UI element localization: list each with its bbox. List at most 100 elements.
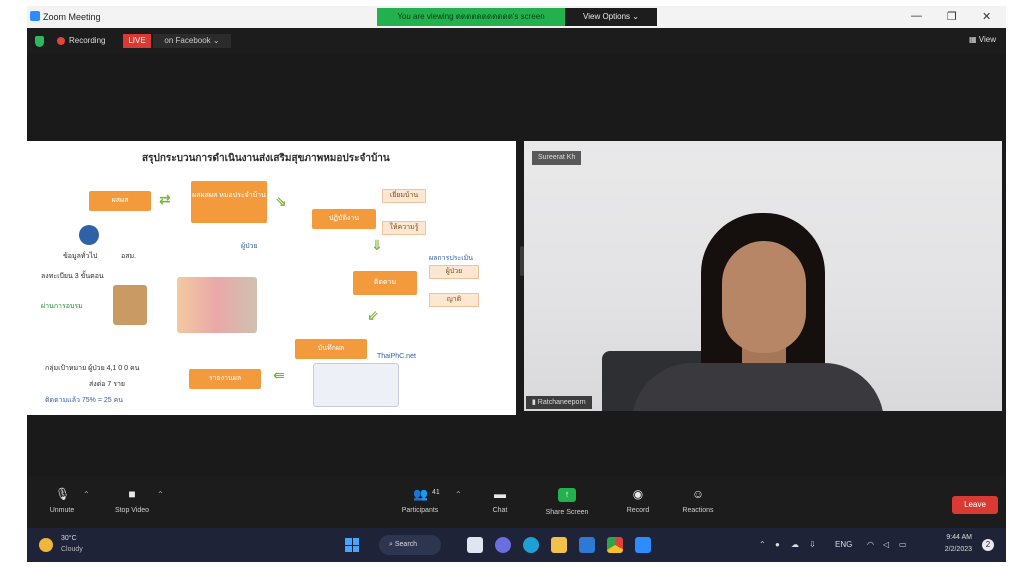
minimize-button[interactable]: —	[911, 10, 922, 22]
slide-pill-4: ญาติ	[429, 293, 479, 307]
unmute-button[interactable]: 🎙 Unmute	[27, 476, 97, 528]
volume-icon[interactable]: ◁	[883, 540, 889, 549]
handbook-image	[113, 285, 147, 325]
chrome-browser-icon[interactable]	[607, 537, 623, 553]
people-illustration	[177, 277, 257, 333]
slide-text-4: ผลการประเมิน	[429, 255, 474, 262]
participants-chevron-icon[interactable]: ⌃	[455, 490, 462, 499]
wifi-icon[interactable]: ◠	[867, 540, 874, 549]
video-camera-icon: ■	[128, 487, 136, 501]
leave-button[interactable]: Leave	[952, 496, 998, 514]
weather-icon[interactable]	[39, 538, 53, 552]
task-view-icon[interactable]	[467, 537, 483, 553]
live-badge: LIVE	[123, 34, 151, 48]
info-icon	[79, 225, 99, 245]
shared-slide: สรุปกระบวนการดำเนินงานส่งเสริมสุขภาพหมอป…	[27, 141, 516, 415]
meeting-top-bar: Recording LIVE on Facebook ⌄ ▦ View	[27, 28, 1006, 54]
teams-chat-icon[interactable]	[495, 537, 511, 553]
slide-arrow-icon: ⇘	[275, 193, 287, 209]
maximize-button[interactable]: ❐	[947, 10, 957, 23]
reactions-icon: ☺	[691, 487, 705, 501]
slide-box-4: ติดตาม	[353, 271, 417, 295]
slide-pill-2: ให้ความรู้	[382, 221, 426, 235]
zoom-window: Zoom Meeting You are viewing ดดดดดดดดดดด…	[27, 6, 1006, 562]
slide-arrow-icon: ⇄	[159, 191, 171, 207]
participants-label: Participants	[401, 507, 439, 514]
slide-text-7: ส่งต่อ 7 ราย	[89, 381, 126, 388]
participants-icon: 👥	[413, 487, 428, 501]
slide-box-1: ผสผส	[89, 191, 151, 211]
show-hidden-icons-chevron-icon[interactable]: ⌃	[759, 540, 766, 549]
zoom-logo-icon	[30, 11, 40, 21]
onedrive-icon[interactable]: ☁	[791, 540, 799, 549]
participant-name-bottom: ▮ Ratchaneeporn	[526, 396, 592, 409]
start-button[interactable]	[345, 538, 359, 552]
slide-text-6: กลุ่มเป้าหมาย ผู้ป่วย 4,1 0 0 คน	[45, 365, 140, 372]
zoom-app-icon[interactable]	[635, 537, 651, 553]
slide-arrow-icon: ⇙	[367, 307, 379, 323]
usb-icon[interactable]: ⇩	[809, 540, 816, 549]
tray-app-icon[interactable]: ●	[775, 540, 780, 549]
security-shield-icon[interactable]	[35, 36, 44, 47]
record-icon: ◉	[632, 487, 644, 501]
battery-icon[interactable]: ▭	[899, 540, 907, 549]
reactions-button[interactable]: ☺ Reactions	[663, 476, 733, 528]
unmute-label: Unmute	[49, 507, 75, 514]
recording-label: Recording	[69, 36, 106, 45]
screen-share-banner: You are viewing ดดดดดดดดดดด's screen	[377, 8, 565, 26]
chat-button[interactable]: ▬ Chat	[465, 476, 535, 528]
participant-name-top: Sureerat Kh	[532, 151, 582, 165]
window-title: Zoom Meeting	[43, 12, 101, 22]
input-language[interactable]: ENG	[835, 540, 852, 549]
participant-count: 41	[432, 489, 440, 496]
person-image-torso	[632, 363, 884, 411]
video-options-chevron-icon[interactable]: ⌃	[157, 490, 164, 499]
weather-description[interactable]: Cloudy	[61, 546, 83, 553]
notification-badge[interactable]: 2	[982, 539, 994, 551]
recording-dot-icon	[57, 37, 65, 45]
microphone-muted-icon: 🎙	[55, 487, 71, 501]
share-screen-label: Share Screen	[545, 509, 589, 516]
taskbar-search-button[interactable]: ⌕ Search	[379, 535, 441, 555]
slide-text-5: ThaiPhC.net	[377, 353, 416, 360]
slide-arrow-icon: ⇓	[371, 237, 383, 253]
view-options-button[interactable]: View Options ⌄	[565, 8, 657, 26]
clock-date[interactable]: 2/2/2023	[945, 546, 972, 553]
slide-box-5: บันทึกผล	[295, 339, 367, 359]
meeting-toolbar: 🎙 Unmute ⌃ ■ Stop Video ⌃ 👥 Participants…	[27, 476, 1006, 528]
share-screen-icon: ↑	[558, 488, 576, 502]
participant-name-label: Ratchaneeporn	[537, 399, 586, 406]
view-label: View	[978, 35, 996, 44]
reactions-label: Reactions	[682, 507, 714, 514]
person-image-face	[722, 241, 806, 353]
participant-video[interactable]: Sureerat Kh ▮ Ratchaneeporn	[524, 141, 1002, 411]
slide-text-8: ติดตามแล้ว 75% = 25 คน	[45, 397, 124, 404]
website-screenshot-image	[313, 363, 399, 407]
search-label: Search	[394, 541, 418, 548]
weather-temperature[interactable]: 30°C	[61, 535, 77, 542]
stop-video-button[interactable]: ■ Stop Video	[97, 476, 167, 528]
slide-text-2: อสม.	[121, 253, 137, 260]
participants-button[interactable]: 👥 Participants	[385, 476, 455, 528]
edge-browser-icon[interactable]	[523, 537, 539, 553]
clock-time[interactable]: 9:44 AM	[946, 534, 972, 541]
close-button[interactable]: ✕	[982, 10, 991, 23]
chat-label: Chat	[492, 507, 508, 514]
file-explorer-icon[interactable]	[551, 537, 567, 553]
chat-icon: ▬	[494, 487, 506, 501]
slide-text-1: ข้อมูลทั่วไป	[63, 253, 98, 260]
mail-icon[interactable]	[579, 537, 595, 553]
slide-text-3: ผู้ป่วย	[241, 243, 258, 250]
slide-text-9: ลงทะเบียน 3 ขั้นตอน	[41, 273, 104, 280]
slide-box-6: รายงานผล	[189, 369, 261, 389]
audio-options-chevron-icon[interactable]: ⌃	[83, 490, 90, 499]
view-layout-button[interactable]: ▦ View	[969, 35, 996, 44]
stop-video-label: Stop Video	[114, 507, 150, 514]
slide-arrow-icon: ⇚	[273, 367, 285, 383]
live-stream-target-button[interactable]: on Facebook ⌄	[153, 34, 231, 48]
slide-box-3: ปฏิบัติงาน	[312, 209, 376, 229]
windows-taskbar: 30°C Cloudy ⌕ Search ⌃ ● ☁ ⇩ ENG ◠ ◁ ▭ 9…	[27, 528, 1006, 562]
slide-box-2: ผสผสผส หมอประจำบ้าน	[191, 181, 267, 223]
share-screen-button[interactable]: ↑ Share Screen	[532, 476, 602, 528]
slide-pill-3: ผู้ป่วย	[429, 265, 479, 279]
